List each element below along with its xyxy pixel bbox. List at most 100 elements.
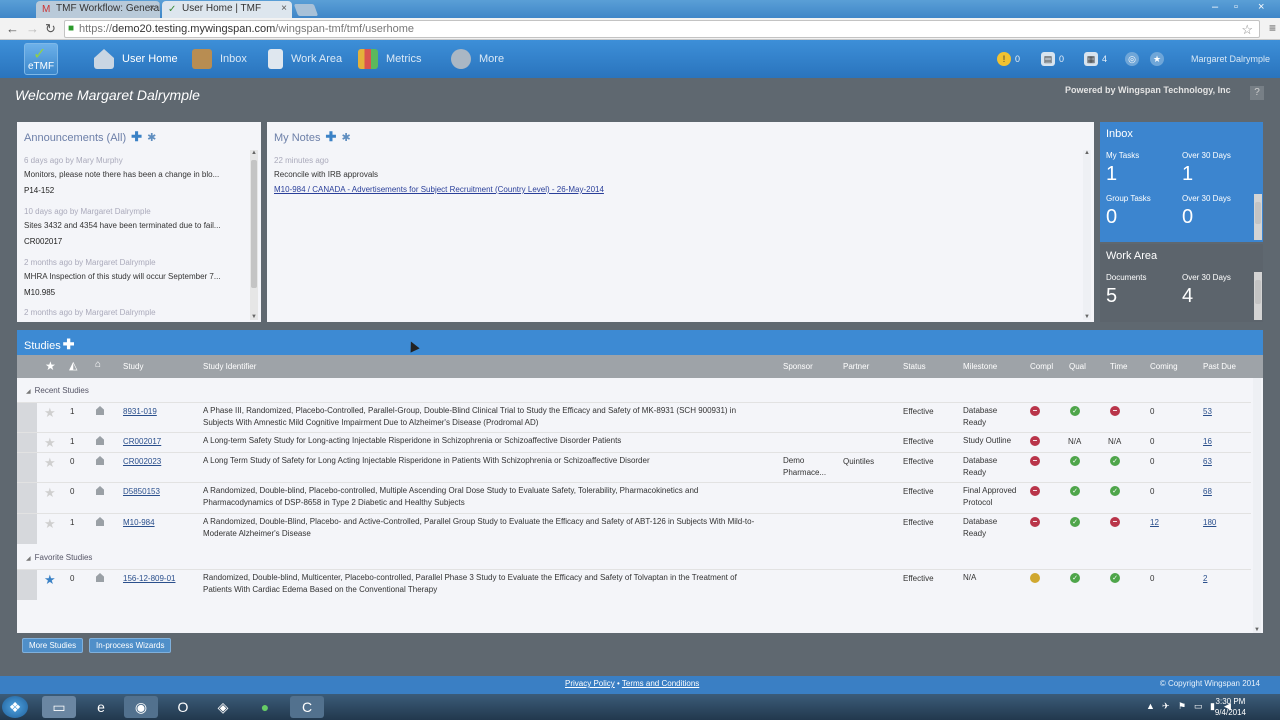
coming-count[interactable]: 12 <box>1150 518 1159 527</box>
scroll-up-icon[interactable]: ▲ <box>1083 150 1091 156</box>
study-link[interactable]: 8931-019 <box>123 407 157 416</box>
tray-monitor-icon[interactable]: ▭ <box>1194 701 1203 712</box>
nav-inbox[interactable]: Inbox <box>192 46 247 72</box>
close-tab-icon[interactable]: × <box>281 3 287 14</box>
back-icon[interactable]: ← <box>6 21 19 36</box>
in-process-wizards-button[interactable]: In-process Wizards <box>89 638 172 653</box>
announcement-item[interactable]: 2 months ago by Margaret Dalrymple MHRA … <box>24 258 242 297</box>
group-recent-studies[interactable]: ◢ Recent Studies <box>26 386 89 395</box>
browser-tab-gmail[interactable]: M TMF Workflow: General T × <box>36 1 160 18</box>
col-time[interactable]: Time <box>1110 362 1127 371</box>
inbox-scrollbar[interactable] <box>1254 194 1262 240</box>
tasks-badge[interactable]: ▤ 0 <box>1041 51 1064 67</box>
nav-user-home[interactable]: User Home <box>94 46 178 72</box>
chrome-icon[interactable]: ◉ <box>124 696 158 718</box>
col-partner[interactable]: Partner <box>843 362 869 371</box>
announcement-item[interactable]: 6 days ago by Mary Murphy Monitors, plea… <box>24 156 242 195</box>
study-link[interactable]: 156-12-809-01 <box>123 574 175 583</box>
favorite-star-icon[interactable]: ★ <box>44 405 56 421</box>
add-note-icon[interactable]: ✚ <box>326 129 337 144</box>
home-icon[interactable] <box>96 517 104 526</box>
documents-count[interactable]: 5 <box>1106 285 1117 308</box>
settings-icon[interactable]: ✱ <box>342 132 351 144</box>
col-sponsor[interactable]: Sponsor <box>783 362 813 371</box>
file-explorer-icon[interactable]: ▭ <box>42 696 76 718</box>
note-link[interactable]: M10-984 / CANADA - Advertisements for Su… <box>274 185 604 194</box>
minimize-icon[interactable]: – <box>1212 1 1218 13</box>
group-tasks-count[interactable]: 0 <box>1106 206 1117 229</box>
favorite-star-icon[interactable]: ★ <box>44 455 56 471</box>
group-favorite-studies[interactable]: ◢ Favorite Studies <box>26 553 92 562</box>
settings-icon[interactable]: ✱ <box>147 132 156 144</box>
announcement-item[interactable]: 2 months ago by Margaret Dalrymple <box>24 308 242 317</box>
table-row[interactable]: ★ 0 D5850153 A Randomized, Double-blind, Pl… <box>17 482 1251 513</box>
start-button-icon[interactable]: ❖ <box>2 696 28 718</box>
col-study-identifier[interactable]: Study Identifier <box>203 362 256 371</box>
column-user-icon[interactable]: ◭ <box>69 359 77 372</box>
favorite-star-icon[interactable]: ★ <box>44 516 56 532</box>
scroll-down-icon[interactable]: ▼ <box>250 314 258 320</box>
col-past-due[interactable]: Past Due <box>1203 362 1236 371</box>
group-over-count[interactable]: 0 <box>1182 206 1193 229</box>
column-home-icon[interactable]: ⌂ <box>95 359 101 370</box>
favorites-star-icon[interactable]: ★ <box>1150 51 1168 67</box>
nav-more[interactable]: More <box>451 46 504 72</box>
past-due-count[interactable]: 16 <box>1203 437 1212 446</box>
browser-tab-tmf[interactable]: ✓ User Home | TMF × <box>162 1 292 18</box>
past-due-count[interactable]: 180 <box>1203 518 1216 527</box>
tray-arrow-icon[interactable]: ▲ <box>1146 701 1155 711</box>
table-row[interactable]: ★ 0 CR002023 A Long Term Study of Safety fo… <box>17 452 1251 482</box>
col-study[interactable]: Study <box>123 362 143 371</box>
past-due-count[interactable]: 63 <box>1203 457 1212 466</box>
privacy-policy-link[interactable]: Privacy Policy <box>565 679 615 688</box>
terms-link[interactable]: Terms and Conditions <box>622 679 699 688</box>
home-icon[interactable] <box>96 486 104 495</box>
close-tab-icon[interactable]: × <box>149 3 155 14</box>
table-row[interactable]: ★ 1 CR002017 A Long-term Safety Study for L… <box>17 432 1251 452</box>
add-study-icon[interactable]: ✚ <box>63 336 75 352</box>
my-tasks-count[interactable]: 1 <box>1106 163 1117 186</box>
workarea-widget[interactable]: Work Area Documents 5 Over 30 Days 4 <box>1100 244 1263 322</box>
study-link[interactable]: CR002023 <box>123 457 161 466</box>
globe-icon[interactable]: ◎ <box>1125 51 1143 67</box>
table-row[interactable]: ★ 1 M10-984 A Randomized, Double-Blind, Pla… <box>17 513 1251 544</box>
scroll-up-icon[interactable]: ▲ <box>250 150 258 156</box>
study-link[interactable]: D5850153 <box>123 487 160 496</box>
maximize-icon[interactable]: ▫ <box>1234 1 1238 13</box>
scroll-down-icon[interactable]: ▼ <box>1083 314 1091 320</box>
favorite-star-icon[interactable]: ★ <box>44 435 56 451</box>
study-link[interactable]: CR002017 <box>123 437 161 446</box>
help-button[interactable]: ? <box>1250 86 1264 100</box>
scroll-down-icon[interactable]: ▼ <box>1253 627 1261 633</box>
spotify-icon[interactable]: ● <box>248 696 282 718</box>
workarea-over-count[interactable]: 4 <box>1182 285 1193 308</box>
studies-scrollbar[interactable]: ▼ <box>1253 378 1261 633</box>
more-studies-button[interactable]: More Studies <box>22 638 84 653</box>
new-tab-button[interactable] <box>293 4 319 16</box>
home-icon[interactable] <box>96 406 104 415</box>
past-due-count[interactable]: 53 <box>1203 407 1212 416</box>
nav-work-area[interactable]: Work Area <box>268 46 342 72</box>
table-row[interactable]: ★ 1 8931-019 A Phase III, Randomized, Place… <box>17 402 1251 432</box>
past-due-count[interactable]: 68 <box>1203 487 1212 496</box>
favorite-star-icon[interactable]: ★ <box>44 485 56 501</box>
my-over-count[interactable]: 1 <box>1182 163 1193 186</box>
col-milestone[interactable]: Milestone <box>963 362 997 371</box>
home-icon[interactable] <box>96 436 104 445</box>
internet-explorer-icon[interactable]: e <box>84 696 118 718</box>
col-status[interactable]: Status <box>903 362 926 371</box>
past-due-count[interactable]: 2 <box>1203 574 1207 583</box>
col-qual[interactable]: Qual <box>1069 362 1086 371</box>
close-window-icon[interactable]: × <box>1258 1 1264 13</box>
clock[interactable]: 3:30 PM 9/4/2014 <box>1215 696 1246 718</box>
home-icon[interactable] <box>96 456 104 465</box>
user-menu[interactable]: Margaret Dalrymple <box>1191 54 1270 64</box>
favorite-column-star-icon[interactable]: ★ <box>45 359 56 373</box>
workarea-scrollbar[interactable] <box>1254 272 1262 320</box>
table-row[interactable]: ★ 0 156-12-809-01 Randomized, Double-blind,… <box>17 569 1251 600</box>
bookmark-star-icon[interactable]: ☆ <box>1241 22 1253 38</box>
inbox-widget[interactable]: Inbox My Tasks 1 Over 30 Days 1 Group Ta… <box>1100 122 1263 242</box>
announcements-scrollbar[interactable]: ▲ ▼ <box>250 150 258 320</box>
favorite-star-icon[interactable]: ★ <box>44 572 56 588</box>
camtasia-icon[interactable]: C <box>290 696 324 718</box>
